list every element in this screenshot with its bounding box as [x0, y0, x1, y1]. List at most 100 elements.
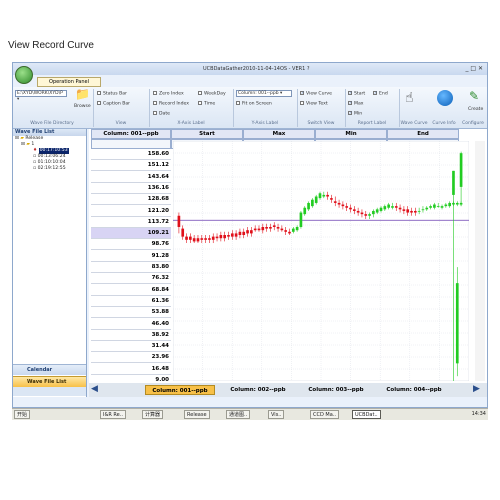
y-tick-label: 61.36	[91, 296, 171, 307]
record-index-checkbox[interactable]: Record Index	[153, 101, 189, 107]
group-wave-curve: Wave Curve	[400, 121, 428, 126]
taskbar-item[interactable]: Vis..	[268, 410, 285, 419]
taskbar-item[interactable]: Release	[184, 410, 210, 419]
end-header: End	[387, 129, 459, 139]
candle-body	[307, 202, 310, 210]
create-button[interactable]: Create	[468, 107, 483, 112]
start-button[interactable]: 开始	[14, 410, 31, 419]
pencil-icon[interactable]: ✎	[469, 89, 479, 103]
wave-file-list-nav[interactable]: Wave File List	[13, 376, 86, 387]
caption-bar-checkbox[interactable]: Caption Bar	[97, 101, 130, 107]
candle-body	[303, 207, 307, 215]
hand-pointer-icon[interactable]: ☝	[405, 90, 414, 106]
candle-body	[410, 210, 413, 213]
y-tick-label: 158.60	[91, 149, 171, 160]
title-bar: UCBDataGather2010-11-04-14OS - VER1 ? _ …	[13, 63, 487, 75]
vertical-scrollbar[interactable]	[475, 141, 485, 381]
start-checkbox[interactable]: Start	[348, 91, 365, 97]
column-select[interactable]: Column: 001--ppb ▾	[236, 90, 292, 97]
file-tree: ⊟ ▰ Release ⊟ ▰ 1 ♦ 00:17:10:53 ▫ 00:13:…	[13, 136, 86, 172]
checkbox-icon	[153, 111, 157, 115]
path-combo[interactable]: E:\XYD\WORK\XYD\P ▾	[15, 90, 67, 102]
taskbar-item[interactable]: CCD Ma..	[310, 410, 339, 419]
candle-body	[391, 206, 394, 208]
candle-body	[177, 215, 181, 227]
candle-body	[311, 199, 314, 207]
tab-column-001[interactable]: Column: 001--ppb	[145, 385, 215, 395]
speech-bubble-icon[interactable]	[437, 90, 453, 106]
folder-icon[interactable]: 📁	[75, 87, 90, 101]
folder-icon: ▰	[20, 136, 24, 141]
fit-on-screen-checkbox[interactable]: Fit on Screen	[236, 101, 272, 107]
candle-body	[349, 207, 352, 210]
taskbar-item[interactable]: I&R Re..	[100, 410, 126, 419]
tab-column-004[interactable]: Column: 004--ppb	[379, 385, 449, 395]
browse-button[interactable]: Browse	[74, 104, 91, 109]
checked-checkbox-icon	[348, 101, 352, 105]
tab-column-003[interactable]: Column: 003--ppb	[301, 385, 371, 395]
app-logo-icon[interactable]	[15, 66, 33, 84]
max-checkbox[interactable]: Max	[348, 101, 364, 107]
time-checkbox[interactable]: Time	[198, 101, 215, 107]
status-bar-label: Status Bar	[103, 91, 127, 97]
weekday-checkbox[interactable]: WeekDay	[198, 91, 226, 97]
candle-body	[333, 201, 337, 203]
wave-file-list-header: Wave File List	[13, 129, 86, 136]
view-text-label: View Text	[306, 101, 328, 107]
candle-body	[429, 206, 432, 208]
candle-body	[356, 210, 360, 213]
column-tabs: ◀ Column: 001--ppb Column: 002--ppb Colu…	[89, 383, 487, 397]
tree-file-item[interactable]: ▫ 02:19:12:55	[15, 166, 86, 172]
tab-operation-panel[interactable]: Operation Panel	[37, 77, 101, 87]
checkbox-icon	[153, 91, 157, 95]
view-text-checkbox[interactable]: View Text	[300, 101, 328, 107]
status-bar-checkbox[interactable]: Status Bar	[97, 91, 127, 97]
y-tick-label: 31.44	[91, 341, 171, 353]
checkbox-icon	[236, 101, 240, 105]
checkbox-icon	[300, 101, 304, 105]
file-icon: ▫	[33, 160, 37, 165]
candle-body	[448, 202, 451, 207]
calendar-label: Calendar	[27, 367, 53, 373]
end-checkbox[interactable]: End	[373, 91, 388, 97]
candle-body	[436, 206, 440, 207]
candle-body	[406, 209, 410, 213]
checkbox-icon	[97, 91, 101, 95]
candle-body	[238, 231, 242, 236]
scroll-left-icon[interactable]: ◀	[91, 384, 98, 394]
min-header: Min	[315, 129, 387, 139]
window-controls[interactable]: _ □ ✕	[465, 65, 483, 72]
calendar-nav[interactable]: Calendar	[13, 364, 86, 375]
taskbar-item-active[interactable]: UCBDat..	[352, 410, 381, 419]
scroll-right-icon[interactable]: ▶	[473, 384, 480, 394]
candle-body	[318, 193, 322, 199]
candle-body	[360, 212, 364, 215]
candle-body	[433, 204, 436, 208]
candle-body	[227, 235, 230, 237]
candle-body	[272, 225, 276, 227]
candle-body	[417, 210, 421, 212]
file-icon: ▫	[33, 166, 37, 171]
window-title: UCBDataGather2010-11-04-14OS - VER1 ?	[203, 66, 310, 72]
left-panel-footer	[13, 387, 86, 396]
checkbox-icon	[198, 91, 202, 95]
max-label: Max	[354, 101, 364, 107]
min-checkbox[interactable]: Min	[348, 111, 362, 117]
candle-body	[291, 228, 295, 232]
view-curve-checkbox[interactable]: View Curve	[300, 91, 332, 97]
candle-body	[276, 226, 280, 229]
zero-index-checkbox[interactable]: Zero Index	[153, 91, 184, 97]
page-caption: View Record Curve	[8, 40, 94, 51]
taskbar-item[interactable]: 通道图..	[226, 410, 251, 419]
candle-body	[375, 209, 379, 213]
taskbar-item[interactable]: 计算器	[142, 410, 164, 419]
candle-body	[402, 209, 406, 211]
candle-body	[345, 206, 349, 208]
date-checkbox[interactable]: Date	[153, 111, 170, 117]
checked-checkbox-icon	[373, 91, 377, 95]
wave-curve-chart[interactable]	[173, 141, 469, 381]
tab-column-002[interactable]: Column: 002--ppb	[223, 385, 293, 395]
candle-body	[253, 228, 257, 231]
candle-body	[242, 231, 246, 236]
candle-body	[196, 238, 200, 242]
